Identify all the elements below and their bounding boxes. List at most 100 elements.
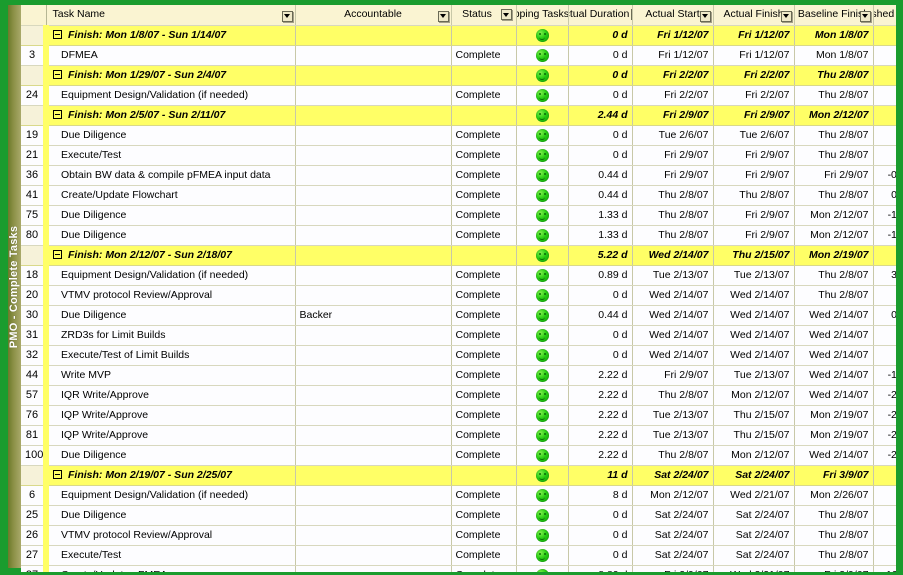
finished-vs-plan-cell: -1.67 bbox=[873, 205, 896, 225]
finished-vs-plan-cell bbox=[873, 25, 896, 45]
column-header-status[interactable]: Status bbox=[451, 5, 516, 25]
task-grid[interactable]: Task Name Accountable Status bbox=[21, 5, 896, 572]
baseline-finish-filter-dropdown-icon[interactable] bbox=[860, 11, 871, 22]
accountable-cell bbox=[295, 25, 451, 45]
table-row[interactable]: 20VTMV protocol Review/ApprovalComplete0… bbox=[21, 285, 896, 305]
task-name-cell: Equipment Design/Validation (if needed) bbox=[46, 265, 295, 285]
table-row[interactable]: 31ZRD3s for Limit BuildsComplete0 dWed 2… bbox=[21, 325, 896, 345]
actual-finish-cell: Sat 2/24/07 bbox=[713, 525, 794, 545]
group-summary-row[interactable]: Finish: Mon 2/19/07 - Sun 2/25/0711 dSat… bbox=[21, 465, 896, 485]
table-row[interactable]: 27Execute/TestComplete0 dSat 2/24/07Sat … bbox=[21, 545, 896, 565]
actual-finish-cell: Sat 2/24/07 bbox=[713, 505, 794, 525]
baseline-finish-cell: Thu 2/8/07 bbox=[794, 185, 873, 205]
actual-duration-cell: 2.22 d bbox=[568, 365, 632, 385]
actual-duration-cell: 0.89 d bbox=[568, 265, 632, 285]
finished-vs-plan-cell: 4 bbox=[873, 45, 896, 65]
finished-vs-plan-cell bbox=[873, 65, 896, 85]
table-row[interactable]: 100Due DiligenceComplete2.22 dThu 2/8/07… bbox=[21, 445, 896, 465]
task-name-text: Due Diligence bbox=[53, 449, 126, 461]
column-header-actual-finish[interactable]: Actual Finish bbox=[713, 5, 794, 25]
vertical-group-band bbox=[8, 5, 21, 568]
accountable-cell bbox=[295, 125, 451, 145]
actual-start-filter-dropdown-icon[interactable] bbox=[700, 11, 711, 22]
actual-duration-cell: 2.22 d bbox=[568, 445, 632, 465]
slipping-tasks-cell bbox=[516, 65, 568, 85]
column-header-finished-vs-plan[interactable]: Finished vs. Plan bbox=[873, 5, 896, 25]
collapse-minus-box-icon[interactable] bbox=[53, 110, 62, 119]
column-header-slipping-tasks[interactable]: Slipping Tasks bbox=[516, 5, 568, 25]
table-row[interactable]: 24Equipment Design/Validation (if needed… bbox=[21, 85, 896, 105]
status-cell: Complete bbox=[451, 425, 516, 445]
table-row[interactable]: 57IQR Write/ApproveComplete2.22 dThu 2/8… bbox=[21, 385, 896, 405]
baseline-finish-cell: Thu 2/8/07 bbox=[794, 265, 873, 285]
slipping-tasks-cell bbox=[516, 285, 568, 305]
baseline-finish-cell: Fri 3/9/07 bbox=[794, 465, 873, 485]
table-row[interactable]: 21Execute/TestComplete0 dFri 2/9/07Fri 2… bbox=[21, 145, 896, 165]
table-row[interactable]: 30Due DiligenceBackerComplete0.44 dWed 2… bbox=[21, 305, 896, 325]
task-name-filter-dropdown-icon[interactable] bbox=[282, 11, 293, 22]
table-row[interactable]: 81IQP Write/ApproveComplete2.22 dTue 2/1… bbox=[21, 425, 896, 445]
actual-finish-cell: Thu 2/15/07 bbox=[713, 245, 794, 265]
column-header-task-name[interactable]: Task Name bbox=[46, 5, 295, 25]
baseline-finish-cell: Thu 2/8/07 bbox=[794, 65, 873, 85]
table-row[interactable]: 75Due DiligenceComplete1.33 dThu 2/8/07F… bbox=[21, 205, 896, 225]
task-name-text: Execute/Test bbox=[53, 549, 121, 561]
actual-finish-filter-dropdown-icon[interactable] bbox=[781, 11, 792, 22]
green-smiley-icon bbox=[536, 169, 549, 182]
column-header-baseline-finish[interactable]: Baseline Finish bbox=[794, 5, 873, 25]
actual-finish-cell: Wed 2/14/07 bbox=[713, 345, 794, 365]
accountable-cell bbox=[295, 345, 451, 365]
column-header-actual-duration[interactable]: Actual Duration bbox=[568, 5, 632, 25]
table-row[interactable]: 36Obtain BW data & compile pFMEA input d… bbox=[21, 165, 896, 185]
finished-vs-plan-cell: -12.11 bbox=[873, 565, 896, 572]
table-row[interactable]: 26VTMV protocol Review/ApprovalComplete0… bbox=[21, 525, 896, 545]
task-name-cell: Due Diligence bbox=[46, 305, 295, 325]
baseline-finish-cell: Thu 2/8/07 bbox=[794, 145, 873, 165]
column-header-accountable[interactable]: Accountable bbox=[295, 5, 451, 25]
baseline-finish-cell: Thu 2/8/07 bbox=[794, 505, 873, 525]
collapse-minus-box-icon[interactable] bbox=[53, 250, 62, 259]
status-filter-dropdown-icon[interactable] bbox=[501, 9, 512, 20]
table-row[interactable]: 44Write MVPComplete2.22 dFri 2/9/07Tue 2… bbox=[21, 365, 896, 385]
column-header-finished-vs-plan-label: Finished vs. Plan bbox=[873, 9, 896, 20]
actual-start-cell: Fri 1/12/07 bbox=[632, 45, 713, 65]
group-summary-row[interactable]: Finish: Mon 1/8/07 - Sun 1/14/070 dFri 1… bbox=[21, 25, 896, 45]
task-name-cell: Due Diligence bbox=[46, 505, 295, 525]
baseline-finish-cell: Thu 2/8/07 bbox=[794, 545, 873, 565]
task-name-text: Execute/Test of Limit Builds bbox=[53, 349, 189, 361]
table-row[interactable]: 37Create/Update pFMEAComplete8.89 dFri 2… bbox=[21, 565, 896, 572]
task-name-text: Write MVP bbox=[53, 369, 111, 381]
collapse-minus-box-icon[interactable] bbox=[53, 30, 62, 39]
table-row[interactable]: 32Execute/Test of Limit BuildsComplete0 … bbox=[21, 345, 896, 365]
status-cell bbox=[451, 65, 516, 85]
status-cell: Complete bbox=[451, 445, 516, 465]
row-id-cell: 20 bbox=[21, 285, 46, 305]
table-row[interactable]: 41Create/Update FlowchartComplete0.44 dT… bbox=[21, 185, 896, 205]
group-summary-row[interactable]: Finish: Mon 2/12/07 - Sun 2/18/075.22 dW… bbox=[21, 245, 896, 265]
table-row[interactable]: 6Equipment Design/Validation (if needed)… bbox=[21, 485, 896, 505]
actual-start-cell: Wed 2/14/07 bbox=[632, 345, 713, 365]
collapse-minus-box-icon[interactable] bbox=[53, 70, 62, 79]
row-id-cell: 41 bbox=[21, 185, 46, 205]
table-row[interactable]: 18Equipment Design/Validation (if needed… bbox=[21, 265, 896, 285]
green-smiley-icon bbox=[536, 69, 549, 82]
collapse-minus-box-icon[interactable] bbox=[53, 470, 62, 479]
green-smiley-icon bbox=[536, 529, 549, 542]
table-row[interactable]: 76IQP Write/ApproveComplete2.22 dTue 2/1… bbox=[21, 405, 896, 425]
table-row[interactable]: 19Due DiligenceComplete0 dTue 2/6/07Tue … bbox=[21, 125, 896, 145]
group-summary-row[interactable]: Finish: Mon 2/5/07 - Sun 2/11/072.44 dFr… bbox=[21, 105, 896, 125]
column-header-actual-start[interactable]: Actual Start bbox=[632, 5, 713, 25]
finished-vs-plan-cell: 12 bbox=[873, 505, 896, 525]
actual-duration-cell: 8 d bbox=[568, 485, 632, 505]
actual-duration-cell: 2.22 d bbox=[568, 425, 632, 445]
accountable-filter-dropdown-icon[interactable] bbox=[438, 11, 449, 22]
group-summary-text: Finish: Mon 1/29/07 - Sun 2/4/07 bbox=[68, 69, 226, 81]
green-smiley-icon bbox=[536, 29, 549, 42]
column-header-baseline-finish-label: Baseline Finish bbox=[798, 9, 869, 20]
table-row[interactable]: 80Due DiligenceComplete1.33 dThu 2/8/07F… bbox=[21, 225, 896, 245]
table-row[interactable]: 3DFMEAComplete0 dFri 1/12/07Fri 1/12/07M… bbox=[21, 45, 896, 65]
baseline-finish-cell: Wed 2/14/07 bbox=[794, 385, 873, 405]
group-summary-row[interactable]: Finish: Mon 1/29/07 - Sun 2/4/070 dFri 2… bbox=[21, 65, 896, 85]
group-summary-label: Finish: Mon 1/29/07 - Sun 2/4/07 bbox=[46, 65, 295, 85]
table-row[interactable]: 25Due DiligenceComplete0 dSat 2/24/07Sat… bbox=[21, 505, 896, 525]
